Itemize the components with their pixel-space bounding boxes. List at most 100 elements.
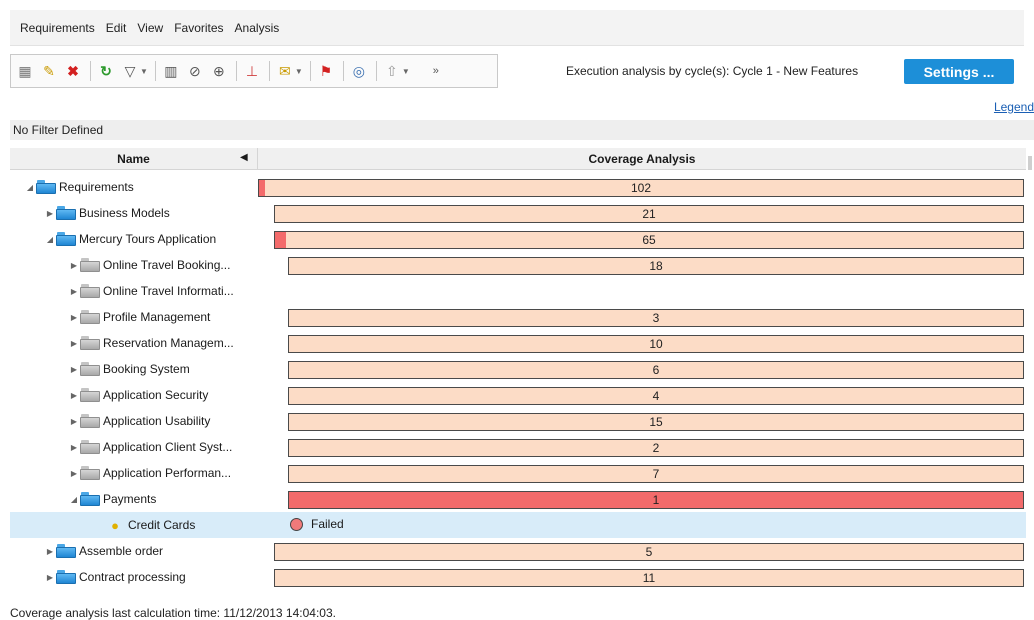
- coverage-bar[interactable]: 2: [288, 439, 1024, 457]
- status-label: Failed: [311, 517, 344, 531]
- chevron-down-icon[interactable]: ▼: [140, 67, 148, 76]
- tree-node-label: Credit Cards: [128, 518, 196, 532]
- up-arrow-icon[interactable]: ⇧: [381, 60, 403, 82]
- tree-row-profile-management[interactable]: ▶ Profile Management 3: [10, 304, 1026, 330]
- toolbar-separator: [90, 61, 91, 81]
- tree-row-business-models[interactable]: ▶ Business Models 21: [10, 200, 1026, 226]
- tree-node-label: Booking System: [103, 362, 190, 376]
- tree-row-application-usability[interactable]: ▶ Application Usability 15: [10, 408, 1026, 434]
- tree-node: ▶ Online Travel Informati...: [10, 278, 260, 304]
- new-requirement-icon[interactable]: ✎: [38, 60, 60, 82]
- tree-node: ▶ Profile Management: [10, 304, 260, 330]
- tree-row-online-travel-information[interactable]: ▶ Online Travel Informati...: [10, 278, 1026, 304]
- tree-row-requirements[interactable]: ◢ Requirements 102: [10, 174, 1026, 200]
- column-header-name[interactable]: Name: [10, 148, 258, 170]
- chevron-down-icon[interactable]: ▼: [402, 67, 410, 76]
- menu-analysis[interactable]: Analysis: [235, 21, 280, 35]
- coverage-bar[interactable]: 15: [288, 413, 1024, 431]
- tree-row-application-security[interactable]: ▶ Application Security 4: [10, 382, 1026, 408]
- coverage-bar[interactable]: 5: [274, 543, 1024, 561]
- tree-node: ▶ Application Usability: [10, 408, 260, 434]
- coverage-bar[interactable]: 4: [288, 387, 1024, 405]
- tree-node-label: Assemble order: [79, 544, 164, 558]
- flag-icon[interactable]: ⚑: [315, 60, 337, 82]
- chevron-right-icon[interactable]: ▶: [68, 417, 80, 426]
- coverage-bar[interactable]: 102: [258, 179, 1024, 197]
- chevron-right-icon[interactable]: ▶: [68, 287, 80, 296]
- tree-node: ▶ Assemble order: [10, 538, 260, 564]
- chevron-right-icon[interactable]: ▶: [68, 443, 80, 452]
- tree-row-reservation-management[interactable]: ▶ Reservation Managem... 10: [10, 330, 1026, 356]
- mail-icon[interactable]: ✉: [274, 60, 296, 82]
- scrollbar[interactable]: [1028, 156, 1032, 170]
- coverage-count: 11: [642, 571, 656, 585]
- last-calculation-status: Coverage analysis last calculation time:…: [10, 606, 336, 620]
- chevron-down-icon[interactable]: ▼: [295, 67, 303, 76]
- pin-icon[interactable]: ⊥: [241, 60, 263, 82]
- coverage-bar[interactable]: 65: [274, 231, 1024, 249]
- coverage-bar[interactable]: 1: [288, 491, 1024, 509]
- menu-favorites[interactable]: Favorites: [174, 21, 223, 35]
- coverage-bar[interactable]: 18: [288, 257, 1024, 275]
- coverage-bar[interactable]: 6: [288, 361, 1024, 379]
- chevron-right-icon[interactable]: ▶: [44, 209, 56, 218]
- coverage-count: 6: [652, 363, 660, 377]
- tree-row-payments[interactable]: ◢ Payments 1: [10, 486, 1026, 512]
- coverage-count: 5: [645, 545, 653, 559]
- tree-node-label: Contract processing: [79, 570, 186, 584]
- new-folder-icon[interactable]: ▦: [14, 60, 36, 82]
- filter-icon[interactable]: ▽: [119, 60, 141, 82]
- coverage-count: 10: [649, 337, 663, 351]
- menu-view[interactable]: View: [137, 21, 163, 35]
- find-icon[interactable]: ◎: [348, 60, 370, 82]
- requirement-bulb-icon: ●: [111, 517, 119, 533]
- chevron-down-icon[interactable]: ◢: [44, 235, 56, 244]
- chevron-right-icon[interactable]: ▶: [68, 469, 80, 478]
- chevron-down-icon[interactable]: ◢: [24, 183, 36, 192]
- blue-folder-open-icon: [36, 180, 56, 194]
- coverage-count: 21: [642, 207, 656, 221]
- tree-row-contract-processing[interactable]: ▶ Contract processing 11: [10, 564, 1026, 590]
- menu-requirements[interactable]: Requirements: [20, 21, 95, 35]
- delete-icon[interactable]: ✖: [62, 60, 84, 82]
- zoom-icon[interactable]: ⊕: [208, 60, 230, 82]
- tree-row-online-travel-booking[interactable]: ▶ Online Travel Booking... 18: [10, 252, 1026, 278]
- tree-row-credit-cards[interactable]: ● Credit Cards Failed: [10, 512, 1026, 538]
- chevron-right-icon[interactable]: ▶: [68, 391, 80, 400]
- columns-icon[interactable]: ▥: [160, 60, 182, 82]
- chevron-right-icon[interactable]: ▶: [68, 339, 80, 348]
- coverage-bar[interactable]: 7: [288, 465, 1024, 483]
- toolbar-separator: [375, 61, 377, 81]
- grid-header: Name ◀ Coverage Analysis: [10, 148, 1026, 170]
- chevron-down-icon[interactable]: ◢: [68, 495, 80, 504]
- tree-row-mercury-tours[interactable]: ◢ Mercury Tours Application 65: [10, 226, 1026, 252]
- settings-button[interactable]: Settings ...: [904, 59, 1014, 84]
- more-icon[interactable]: »: [425, 60, 447, 82]
- coverage-bar[interactable]: 3: [288, 309, 1024, 327]
- column-header-coverage[interactable]: Coverage Analysis: [258, 148, 1026, 170]
- tree-node: ▶ Application Performan...: [10, 460, 260, 486]
- chevron-right-icon[interactable]: ▶: [68, 261, 80, 270]
- tree-row-assemble-order[interactable]: ▶ Assemble order 5: [10, 538, 1026, 564]
- tree-row-application-client-system[interactable]: ▶ Application Client Syst... 2: [10, 434, 1026, 460]
- coverage-bar[interactable]: 11: [274, 569, 1024, 587]
- chevron-right-icon[interactable]: ▶: [68, 365, 80, 374]
- coverage-bar[interactable]: 10: [288, 335, 1024, 353]
- gray-folder-icon: [80, 388, 100, 402]
- tree-node-label: Mercury Tours Application: [79, 232, 217, 246]
- menu-edit[interactable]: Edit: [106, 21, 127, 35]
- attachment-icon[interactable]: ⊘: [184, 60, 206, 82]
- collapse-column-icon[interactable]: ◀: [240, 152, 248, 163]
- tree-row-booking-system[interactable]: ▶ Booking System 6: [10, 356, 1026, 382]
- legend-link[interactable]: Legend: [994, 100, 1034, 114]
- chevron-right-icon[interactable]: ▶: [68, 313, 80, 322]
- chevron-right-icon[interactable]: ▶: [44, 547, 56, 556]
- chevron-right-icon[interactable]: ▶: [44, 573, 56, 582]
- column-header-name-label: Name: [117, 152, 150, 166]
- tree-row-application-performance[interactable]: ▶ Application Performan... 7: [10, 460, 1026, 486]
- blue-folder-icon: [56, 206, 76, 220]
- tree-node-label: Profile Management: [103, 310, 211, 324]
- coverage-bar[interactable]: 21: [274, 205, 1024, 223]
- coverage-count: 2: [652, 441, 660, 455]
- refresh-icon[interactable]: ↻: [95, 60, 117, 82]
